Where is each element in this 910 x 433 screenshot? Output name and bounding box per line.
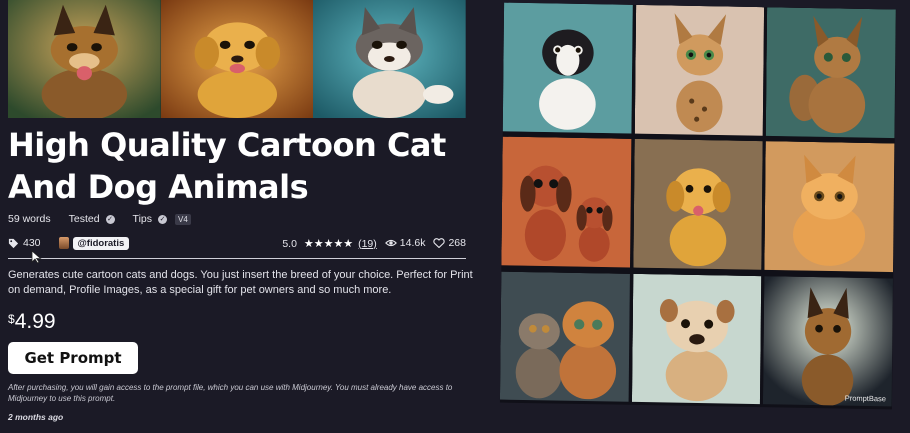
golden-retriever-illustration: [160, 0, 314, 118]
price-currency: $: [8, 312, 15, 326]
border-collie-illustration: [502, 2, 633, 134]
mouse-cursor-icon: [31, 250, 42, 264]
husky-illustration: [313, 0, 466, 118]
tag-icon: [8, 238, 19, 248]
view-count: 14.6k: [399, 237, 426, 249]
price: $4.99: [8, 310, 56, 334]
get-prompt-button[interactable]: Get Prompt: [8, 342, 138, 374]
shepherd-illustration: [8, 0, 161, 118]
model-version-badge[interactable]: V4: [175, 213, 191, 225]
tips-label: Tips: [132, 213, 152, 225]
hero-image-golden[interactable]: [160, 0, 314, 118]
gallery-image-dachshunds[interactable]: [501, 136, 632, 271]
dachshunds-illustration: [501, 136, 632, 268]
golden-puppy-illustration: [633, 139, 764, 271]
maine-coon-illustration: [766, 7, 897, 139]
author-link[interactable]: @fidoratis: [72, 236, 130, 250]
gallery-image-golden-puppy[interactable]: [633, 139, 764, 273]
bengal-kitten-illustration: [634, 4, 765, 136]
price-amount: 4.99: [14, 310, 56, 333]
divider: [8, 258, 466, 259]
promptbase-watermark: PromptBase: [844, 393, 887, 404]
gallery-image-shepherd-puppy[interactable]: PromptBase: [763, 275, 894, 410]
purchase-note: After purchasing, you will gain access t…: [8, 383, 453, 403]
fluffy-cats-illustration: [499, 271, 630, 403]
gallery-image-bulldog[interactable]: [631, 273, 762, 408]
prompt-meta: 59 words Tested ✓ Tips ✓ V4: [8, 211, 191, 227]
stats-row: 430 @fidoratis 5.0 ★★★★★ (19) 14.6k 268: [8, 235, 466, 251]
gallery-image-bengal-kitten[interactable]: [634, 4, 765, 139]
reviews-link[interactable]: (19): [358, 238, 377, 250]
rating-value: 5.0: [282, 237, 297, 250]
author-avatar[interactable]: [58, 237, 69, 249]
tested-check-icon[interactable]: ✓: [105, 214, 115, 224]
word-count: 59 words: [8, 213, 51, 225]
gallery-image-fluffy-cats[interactable]: [499, 271, 630, 405]
example-gallery[interactable]: PromptBase: [499, 2, 897, 410]
rating-stars-icon: ★★★★★: [303, 237, 354, 250]
tag-count: 430: [23, 237, 41, 249]
bulldog-illustration: [631, 273, 762, 405]
hero-image-shepherd[interactable]: [8, 0, 161, 118]
page-title: High Quality Cartoon Cat And Dog Animals: [8, 126, 446, 206]
posted-date: 2 months ago: [8, 412, 64, 422]
gallery-image-border-collie[interactable]: [502, 2, 633, 137]
orange-cat-illustration: [764, 141, 895, 273]
gallery-image-maine-coon[interactable]: [766, 7, 897, 141]
eye-icon: [384, 240, 397, 247]
like-count: 268: [448, 237, 466, 249]
tips-check-icon[interactable]: ✓: [158, 214, 167, 224]
likes-group[interactable]: 268: [433, 237, 466, 249]
tested-label: Tested: [68, 213, 100, 225]
hero-image-strip: [8, 0, 466, 118]
hero-image-husky[interactable]: [313, 0, 466, 118]
shepherd-puppy-illustration: [763, 275, 894, 407]
rating-group[interactable]: 5.0 ★★★★★ (19): [282, 237, 376, 250]
gallery-image-orange-cat[interactable]: [764, 141, 895, 276]
views-group: 14.6k: [384, 237, 426, 249]
heart-icon: [433, 238, 446, 249]
prompt-description: Generates cute cartoon cats and dogs. Yo…: [8, 269, 473, 296]
